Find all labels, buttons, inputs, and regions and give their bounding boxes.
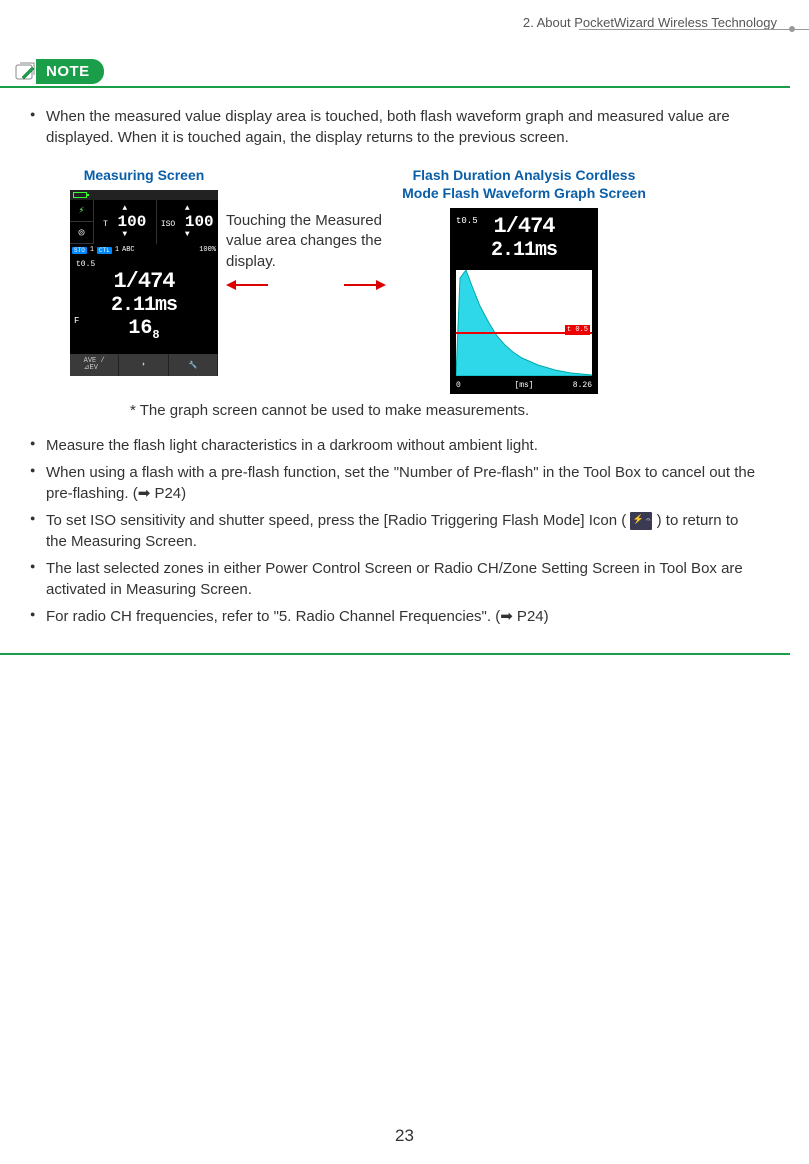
arrow-right-icon [344,278,386,292]
flash-mode-icon: ⚡ [70,200,93,222]
note-label: NOTE [36,59,104,84]
middle-text: Touching the Measured value area changes… [226,211,386,272]
fraction-value: 1/474 [70,269,218,294]
status-num1: 1 [90,246,94,254]
threshold-label: t 0.5 [565,325,590,335]
ctl-badge: CTL [97,247,112,254]
bullet4-part-a: To set ISO sensitivity and shutter speed… [46,512,630,529]
t-value: 100 [118,213,147,231]
measuring-screen-title: Measuring Screen [84,166,205,184]
measuring-screen-block: Measuring Screen ⚡ ◎ ▲ T 100 ▼ [70,166,218,376]
graph-footnote: * The graph screen cannot be used to mak… [130,402,760,419]
note-bullet-3: When using a flash with a pre-flash func… [30,462,760,504]
screens-comparison: Measuring Screen ⚡ ◎ ▲ T 100 ▼ [70,166,760,394]
status-num2: 1 [115,246,119,254]
f-label: F [74,316,79,326]
iso-value: 100 [185,213,214,231]
graph-ms: 2.11ms [450,239,598,262]
target-icon: ◎ [70,222,93,244]
graph-screen: t0.5 1/474 2.11ms t 0.5 0 8.26 [450,208,598,394]
waveform-chart: t 0.5 [456,270,592,376]
aperture-sub: 8 [152,328,159,342]
note-body: When the measured value display area is … [0,86,790,655]
down-arrow-icon: ▼ [122,231,127,239]
ms-value: 2.11ms [70,294,218,317]
middle-caption: Touching the Measured value area changes… [226,211,386,292]
chapter-title: 2. About PocketWizard Wireless Technolog… [523,15,777,30]
graph-t05: t0.5 [456,216,478,226]
x-min: 0 [456,381,461,390]
battery-icon [73,192,87,198]
note-bullet-6: For radio CH frequencies, refer to "5. R… [30,606,760,627]
x-max: 8.26 [573,381,592,390]
x-unit: [ms] [514,381,533,390]
note-box: NOTE When the measured value display are… [0,57,790,655]
measuring-screen: ⚡ ◎ ▲ T 100 ▼ ▲ ISO 100 [70,190,218,376]
header-rule [579,29,809,30]
graph-screen-title: Flash Duration Analysis Cordless Mode Fl… [394,166,654,202]
note-bullet-5: The last selected zones in either Power … [30,558,760,600]
graph-screen-block: Flash Duration Analysis Cordless Mode Fl… [394,166,654,394]
status-abc: ABC [122,246,135,254]
iso-label: ISO [161,220,175,229]
aperture-value: 16 [128,317,152,340]
radio-flash-mode-icon [630,512,652,530]
ave-ev-button: AVE / ⊿EV [70,354,119,376]
dome-button: ◗ [119,354,168,376]
note-tab: NOTE [12,57,104,85]
down-arrow-icon: ▼ [185,231,190,239]
up-arrow-icon: ▲ [122,205,127,213]
page-number: 23 [395,1126,414,1146]
note-bullet-4: To set ISO sensitivity and shutter speed… [30,510,760,552]
status-pct: 100% [199,246,216,254]
arrow-left-icon [226,278,268,292]
header-dot [789,26,795,32]
up-arrow-icon: ▲ [185,205,190,213]
t05-label: t0.5 [70,260,218,269]
wrench-button: 🔧 [169,354,218,376]
note-bullet-1: When the measured value display area is … [30,106,760,148]
t-label: T [103,220,108,229]
note-bullet-2: Measure the flash light characteristics … [30,435,760,456]
sto-badge: STO [72,247,87,254]
